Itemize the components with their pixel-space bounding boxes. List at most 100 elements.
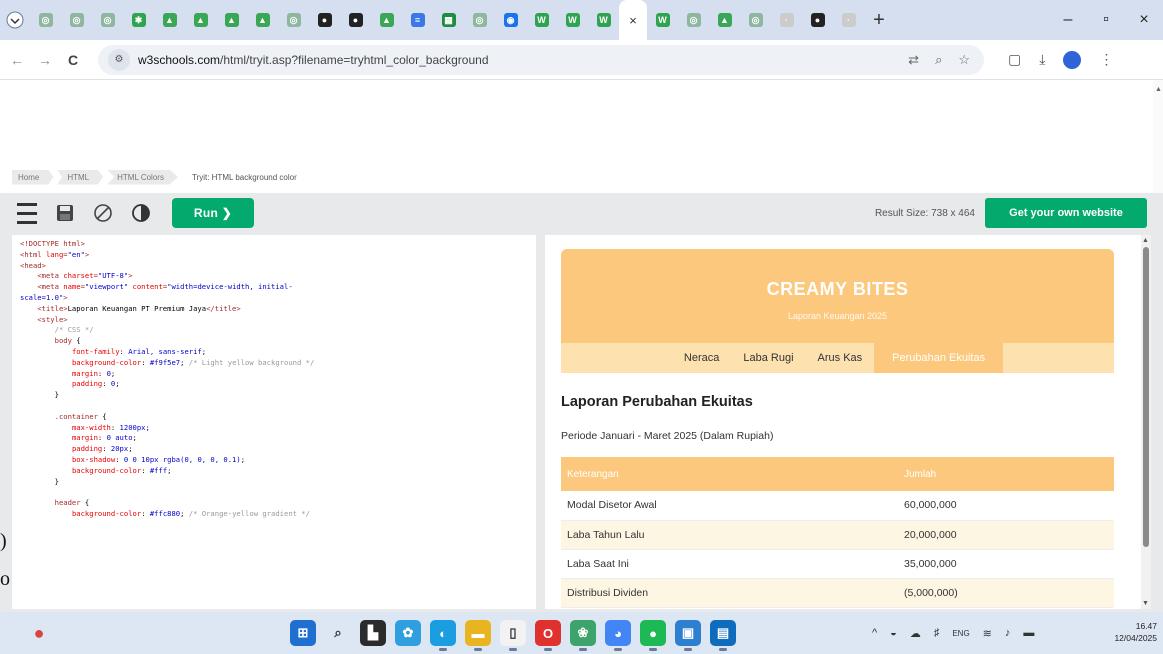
tray-icon[interactable]: ^ xyxy=(872,627,877,639)
browser-tab[interactable]: × xyxy=(619,0,647,40)
profile-avatar[interactable] xyxy=(1063,50,1082,69)
result-scrollbar[interactable]: ▲ ▼ xyxy=(1141,235,1151,609)
browser-tab[interactable]: W xyxy=(647,0,678,40)
browser-tab[interactable]: ◉ xyxy=(495,0,526,40)
extensions-icon[interactable]: ▢ xyxy=(1008,51,1021,68)
code-token: > xyxy=(128,271,133,281)
browser-tab[interactable]: ▲ xyxy=(371,0,402,40)
browser-tab[interactable]: ◎ xyxy=(740,0,771,40)
orientation-icon[interactable] xyxy=(84,193,122,233)
bookmark-star-icon[interactable]: ☆ xyxy=(958,52,970,68)
menu-icon[interactable] xyxy=(8,193,46,233)
table-row: Distribusi Dividen (5,000,000) xyxy=(561,578,1114,608)
browser-tab[interactable]: ◎ xyxy=(464,0,495,40)
translate-icon[interactable]: ⇄ xyxy=(908,52,919,68)
site-info-icon[interactable]: ⚙ xyxy=(108,48,130,71)
tray-icon[interactable]: ♪ xyxy=(1005,627,1011,639)
code-text[interactable]: <!DOCTYPE html> <html lang="en"> <head> <m… xyxy=(12,235,536,524)
blank-icon[interactable]: ▯ xyxy=(500,620,526,651)
browser-tab[interactable]: ◎ xyxy=(92,0,123,40)
edge-icon[interactable]: ◐ xyxy=(430,620,456,651)
scroll-up-arrow-icon[interactable]: ▲ xyxy=(1142,237,1149,244)
browser-tab[interactable]: ▲ xyxy=(709,0,740,40)
code-editor[interactable]: <!DOCTYPE html> <html lang="en"> <head> <m… xyxy=(12,235,536,609)
tray-icon[interactable]: ◒ xyxy=(890,627,897,639)
nav-arus-kas[interactable]: Arus Kas xyxy=(806,343,875,373)
forward-button[interactable]: → xyxy=(34,52,56,68)
running-indicator xyxy=(719,648,727,651)
browser-tab[interactable]: · xyxy=(833,0,864,40)
code-token: ; xyxy=(132,433,137,443)
outlook-icon[interactable]: ▤ xyxy=(710,620,736,651)
opera-icon[interactable]: O xyxy=(535,620,561,651)
code-token: <!DOCTYPE html> xyxy=(20,239,85,248)
copilot-icon[interactable]: ❀ xyxy=(570,620,596,651)
new-tab-button[interactable]: + xyxy=(864,9,894,32)
browser-tab[interactable]: ✱ xyxy=(123,0,154,40)
save-icon[interactable] xyxy=(46,193,84,233)
browser-tab[interactable]: ▦ xyxy=(433,0,464,40)
close-window-button[interactable]: × xyxy=(1125,11,1163,29)
search-icon[interactable]: ⌕ xyxy=(325,620,351,646)
nav-neraca[interactable]: Neraca xyxy=(672,343,731,373)
minimize-button[interactable]: – xyxy=(1049,11,1087,29)
browser-tab[interactable]: ▲ xyxy=(247,0,278,40)
tray-icon[interactable]: ▬ xyxy=(1023,627,1034,639)
tray-icon[interactable]: ≋ xyxy=(983,627,992,640)
browser-tab[interactable]: ◎ xyxy=(678,0,709,40)
breadcrumb-home[interactable]: Home xyxy=(12,169,54,185)
scroll-up-arrow-icon[interactable]: ▲ xyxy=(1155,86,1162,93)
browser-tab[interactable]: W xyxy=(526,0,557,40)
browser-tab[interactable]: ▲ xyxy=(216,0,247,40)
browser-tab[interactable]: ▲ xyxy=(154,0,185,40)
run-button[interactable]: Run ❯ xyxy=(172,198,254,228)
browser-tab[interactable]: W xyxy=(588,0,619,40)
browser-tab[interactable]: W xyxy=(557,0,588,40)
start-icon[interactable]: ⊞ xyxy=(290,620,316,646)
code-token: <html xyxy=(20,249,46,259)
browser-tab[interactable]: ▲ xyxy=(185,0,216,40)
breadcrumb-html[interactable]: HTML xyxy=(57,169,104,185)
browser-tab[interactable]: ≡ xyxy=(402,0,433,40)
tray-icon[interactable]: ♯ xyxy=(934,627,940,639)
chrome-icon[interactable]: ◕ xyxy=(605,620,631,651)
reload-button[interactable]: C xyxy=(62,52,84,68)
chrome-glyph: ◕ xyxy=(614,625,622,641)
scroll-down-arrow-icon[interactable]: ▼ xyxy=(1142,600,1149,607)
dark-mode-icon[interactable] xyxy=(122,193,160,233)
browser-tab[interactable]: ● xyxy=(802,0,833,40)
nav-perubahan-ekuitas[interactable]: Perubahan Ekuitas xyxy=(874,343,1004,373)
tray-icon[interactable]: ☁ xyxy=(910,627,921,640)
browser-menu-icon[interactable]: ⋮ xyxy=(1099,51,1113,68)
result-scroll-thumb[interactable] xyxy=(1143,247,1149,547)
clock[interactable]: 16.47 12/04/2025 xyxy=(1114,620,1157,644)
browser-tab[interactable]: · xyxy=(771,0,802,40)
close-icon[interactable]: × xyxy=(629,13,637,28)
photos-icon[interactable]: ▣ xyxy=(675,620,701,651)
browser-tab[interactable]: ◎ xyxy=(61,0,92,40)
spotify-icon[interactable]: ● xyxy=(640,620,666,651)
browser-tab[interactable]: ● xyxy=(340,0,371,40)
nav-laba-rugi[interactable]: Laba Rugi xyxy=(731,343,805,373)
task-view-icon[interactable]: ▙ xyxy=(360,620,386,646)
download-icon[interactable]: ⤓ xyxy=(1039,51,1045,68)
browser-tab[interactable]: ◎ xyxy=(30,0,61,40)
url-omnibox[interactable]: ⚙ w3schools.com/html/tryit.asp?filename=… xyxy=(98,44,984,75)
back-button[interactable]: ← xyxy=(6,52,28,68)
zoom-icon[interactable]: ⌕ xyxy=(935,52,942,68)
widgets-icon[interactable]: ✿ xyxy=(395,620,421,646)
url-text[interactable]: w3schools.com/html/tryit.asp?filename=tr… xyxy=(138,53,489,67)
tab-list: ◎ ◎ ◎ ✱ ▲ ▲ ▲ ▲ ◎ ● ● ▲ ≡ ▦ ◎ ◉ W W W × W ◎ ▲ ◎ · ● · xyxy=(30,0,864,40)
tab-search-icon[interactable] xyxy=(0,5,30,35)
breadcrumb-html-colors[interactable]: HTML Colors xyxy=(107,169,178,185)
browser-tab[interactable]: ◎ xyxy=(278,0,309,40)
weather-icon[interactable]: ● xyxy=(24,618,54,648)
browser-tab[interactable]: ● xyxy=(309,0,340,40)
w3schools-icon: ◎ xyxy=(472,13,487,27)
docs-icon: ≡ xyxy=(410,13,425,27)
maximize-button[interactable]: ▫ xyxy=(1087,11,1125,29)
tray-icon[interactable]: ENG xyxy=(952,629,969,638)
get-your-own-website-button[interactable]: Get your own website xyxy=(985,198,1147,228)
file-explorer-icon[interactable]: ▬ xyxy=(465,620,491,651)
